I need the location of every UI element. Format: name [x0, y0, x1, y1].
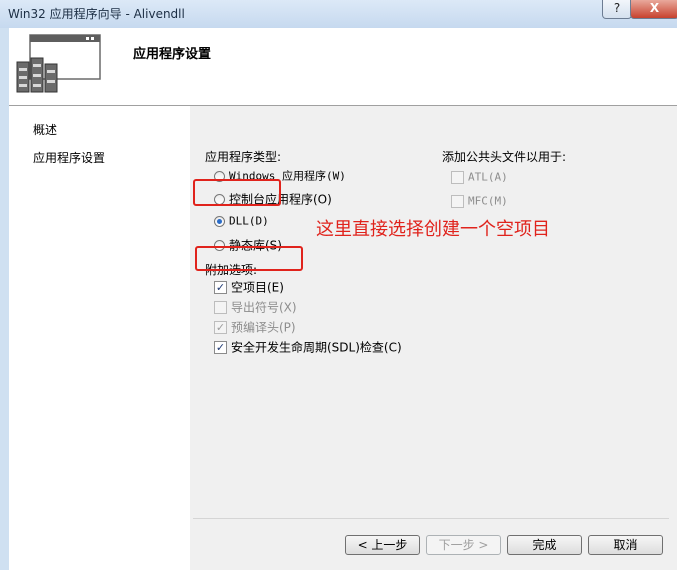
option-label: 安全开发生命周期(SDL)检查(C)	[231, 340, 402, 355]
help-button[interactable]: ?	[602, 0, 632, 19]
checkbox-atl[interactable]: ATL(A)	[451, 169, 508, 185]
empty-project-highlight-box	[195, 246, 303, 271]
title-bar: Win32 应用程序向导 - Alivendll ? X	[0, 0, 677, 28]
nav-item-overview[interactable]: 概述	[33, 121, 57, 138]
close-button[interactable]: X	[630, 0, 677, 19]
button-separator	[193, 518, 669, 519]
checkbox-sdl-checks[interactable]: ✓ 安全开发生命周期(SDL)检查(C)	[214, 339, 402, 355]
nav-item-app-settings[interactable]: 应用程序设置	[33, 149, 105, 166]
checkbox-empty-project[interactable]: ✓ 空项目(E)	[214, 279, 284, 295]
annotation-text: 这里直接选择创建一个空项目	[316, 219, 550, 240]
option-label: 空项目(E)	[231, 280, 284, 295]
option-label: DLL(D)	[229, 214, 269, 228]
dialog-client: 应用程序设置 概述 应用程序设置 应用程序类型: Windows 应用程序(W)…	[9, 28, 677, 570]
option-label: 导出符号(X)	[231, 300, 297, 315]
checkbox-indicator: ✓	[214, 321, 227, 334]
checkbox-mfc[interactable]: MFC(M)	[451, 193, 508, 209]
page-title: 应用程序设置	[133, 47, 212, 62]
wizard-nav: 概述 应用程序设置	[9, 106, 190, 570]
radio-dll[interactable]: DLL(D)	[214, 213, 269, 229]
window-title: Win32 应用程序向导 - Alivendll	[8, 7, 185, 21]
option-label: 预编译头(P)	[231, 320, 296, 335]
option-label: ATL(A)	[468, 170, 508, 184]
cancel-button[interactable]: 取消	[588, 535, 663, 555]
next-button[interactable]: 下一步 >	[426, 535, 501, 555]
back-button[interactable]: < 上一步	[345, 535, 420, 555]
app-wizard-illustration-icon	[16, 34, 101, 93]
dll-highlight-box	[193, 179, 281, 206]
checkbox-indicator	[451, 171, 464, 184]
checkbox-indicator: ✓	[214, 341, 227, 354]
finish-button[interactable]: 完成	[507, 535, 582, 555]
checkbox-indicator	[214, 301, 227, 314]
app-type-label: 应用程序类型:	[205, 150, 282, 164]
option-label: MFC(M)	[468, 194, 508, 208]
checkbox-export-symbols[interactable]: 导出符号(X)	[214, 299, 297, 315]
settings-panel: 应用程序类型: Windows 应用程序(W) 控制台应用程序(O) DLL(D…	[190, 106, 677, 570]
common-headers-label: 添加公共头文件以用于:	[442, 150, 567, 164]
checkbox-precompiled-header[interactable]: ✓ 预编译头(P)	[214, 319, 296, 335]
checkbox-indicator	[451, 195, 464, 208]
wizard-header: 应用程序设置	[9, 28, 677, 106]
checkbox-indicator: ✓	[214, 281, 227, 294]
radio-indicator	[214, 216, 225, 227]
